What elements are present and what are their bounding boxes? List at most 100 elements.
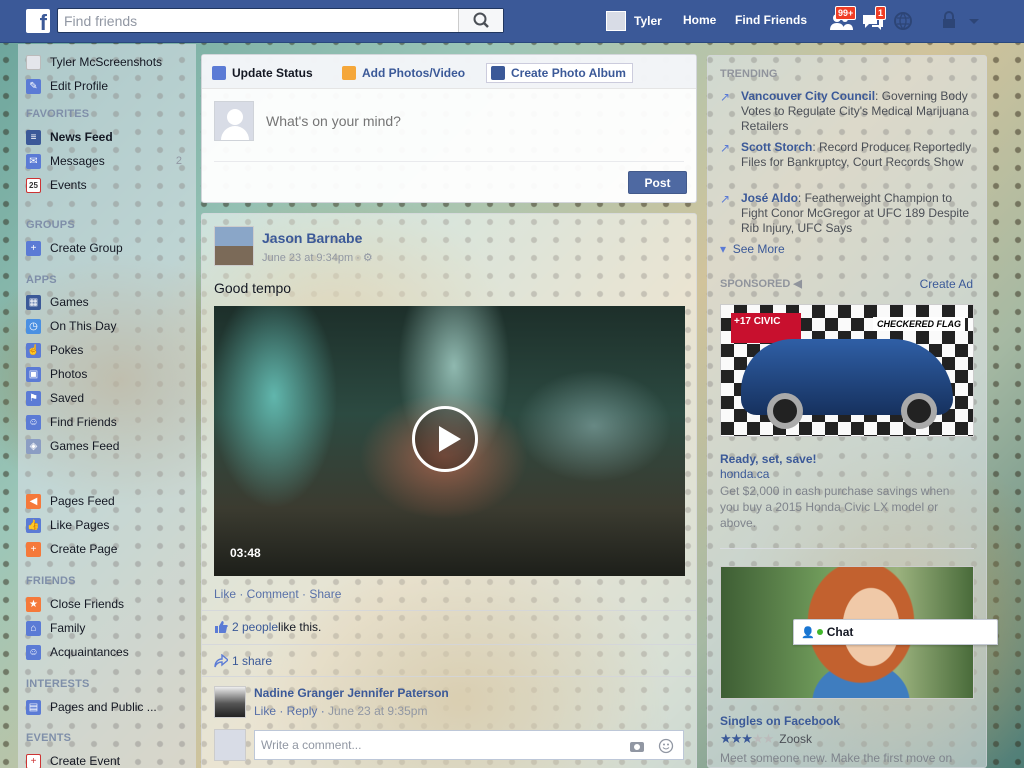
avatar bbox=[214, 101, 254, 141]
profile-link[interactable]: Tyler bbox=[606, 10, 662, 32]
avatar bbox=[26, 54, 41, 70]
story-timestamp[interactable]: June 23 at 9:34pm · ⚙ bbox=[262, 251, 373, 264]
search-bar bbox=[57, 8, 504, 33]
plus-icon: + bbox=[26, 753, 41, 768]
trending-arrow-icon: ↗ bbox=[720, 192, 731, 206]
megaphone-icon: ◀ bbox=[26, 493, 41, 509]
sidebar-item-label: Events bbox=[50, 178, 87, 192]
ad-badge: CHECKERED FLAG bbox=[872, 317, 965, 331]
calendar-icon: 25 bbox=[26, 177, 41, 193]
shares-link[interactable]: 1 share bbox=[232, 654, 272, 668]
avatar[interactable] bbox=[214, 686, 246, 718]
sidebar-item-label: Games Feed bbox=[50, 439, 120, 453]
story-author[interactable]: Jason Barnabe bbox=[262, 230, 362, 246]
sidebar-item-find-friends[interactable]: ☺ Find Friends bbox=[26, 412, 191, 432]
comment-tag[interactable]: Jennifer Paterson bbox=[347, 686, 448, 700]
trend-name: Scott Storch bbox=[741, 140, 813, 154]
sidebar-item-create-event[interactable]: + Create Event bbox=[26, 751, 191, 768]
sidebar-item-like-pages[interactable]: 👍 Like Pages bbox=[26, 515, 191, 535]
account-menu-button[interactable] bbox=[966, 9, 982, 33]
sidebar-item-events[interactable]: 25 Events bbox=[26, 175, 191, 195]
ad-domain[interactable]: honda.ca bbox=[720, 467, 769, 481]
avatar bbox=[606, 11, 626, 31]
facebook-logo-icon[interactable]: f bbox=[26, 9, 50, 33]
interests-heading: INTERESTS bbox=[26, 678, 90, 690]
likes-count-link[interactable]: 2 people bbox=[232, 620, 278, 634]
friend-requests-button[interactable]: 99+ bbox=[828, 6, 857, 33]
sidebar-item-family[interactable]: ⌂ Family bbox=[26, 618, 191, 638]
sidebar-item-messages[interactable]: ✉ Messages bbox=[26, 151, 191, 171]
sidebar-item-games[interactable]: ▦ Games bbox=[26, 292, 191, 312]
ad-title[interactable]: Ready, set, save! bbox=[720, 452, 817, 466]
sidebar-item-close-friends[interactable]: ★ Close Friends bbox=[26, 594, 191, 614]
megaphone-icon: ◀ bbox=[793, 278, 802, 290]
sidebar-item-pages-feed[interactable]: ◀ Pages Feed bbox=[26, 491, 191, 511]
thumbs-up-icon bbox=[215, 621, 228, 633]
wheel-shape bbox=[767, 393, 803, 429]
messages-badge: 1 bbox=[875, 6, 887, 20]
play-icon[interactable] bbox=[412, 406, 478, 472]
sidebar-item-photos[interactable]: ▣ Photos bbox=[26, 364, 191, 384]
sidebar-item-news-feed[interactable]: ≡ News Feed bbox=[26, 127, 191, 147]
status-composer: Update Status Add Photos/Video Create Ph… bbox=[201, 54, 697, 203]
privacy-shortcuts-button[interactable] bbox=[940, 9, 966, 33]
comment-input[interactable] bbox=[255, 731, 615, 759]
tab-update-status[interactable]: Update Status bbox=[212, 63, 313, 83]
post-button[interactable]: Post bbox=[628, 171, 687, 194]
wheel-shape bbox=[901, 393, 937, 429]
comment-author[interactable]: Nadine Granger bbox=[254, 686, 344, 700]
story-actions[interactable]: Like · Comment · Share bbox=[214, 587, 341, 601]
sidebar-item-pages-and-public[interactable]: ▤ Pages and Public ... bbox=[26, 697, 191, 717]
trending-item[interactable]: ↗ Scott Storch: Record Producer Reportedl… bbox=[720, 140, 974, 170]
notifications-button[interactable] bbox=[892, 9, 918, 33]
ad-source: Zoosk bbox=[779, 732, 812, 746]
status-input[interactable] bbox=[266, 113, 666, 129]
chat-tab[interactable]: 👤 Chat bbox=[793, 619, 998, 645]
globe-icon bbox=[894, 12, 912, 30]
see-more-label: See More bbox=[732, 242, 785, 256]
pages-icon: ▤ bbox=[26, 699, 41, 715]
sidebar-item-edit-profile[interactable]: ✎ Edit Profile bbox=[26, 76, 191, 96]
home-link[interactable]: Home bbox=[683, 13, 716, 27]
sidebar-item-label: Pages Feed bbox=[50, 494, 115, 508]
find-friends-link[interactable]: Find Friends bbox=[735, 13, 807, 27]
search-button[interactable] bbox=[458, 9, 503, 32]
trending-item[interactable]: ↗ Vancouver City Council: Governing Body … bbox=[720, 89, 974, 134]
ad-image-car[interactable]: +17 CIVIC CHECKERED FLAG bbox=[720, 304, 974, 437]
sidebar-item-create-group[interactable]: + Create Group bbox=[26, 238, 191, 258]
album-icon bbox=[491, 66, 505, 80]
sidebar-item-games-feed[interactable]: ◈ Games Feed bbox=[26, 436, 191, 456]
sidebar-item-label: Family bbox=[50, 621, 86, 635]
search-input[interactable] bbox=[58, 9, 458, 32]
avatar bbox=[214, 729, 246, 761]
create-ad-link[interactable]: Create Ad bbox=[920, 277, 973, 291]
sidebar-item-label: Acquaintances bbox=[50, 645, 129, 659]
sidebar-item-label: Pages and Public ... bbox=[50, 700, 157, 714]
emoji-icon[interactable] bbox=[658, 738, 674, 754]
see-more-link[interactable]: ▾ See More bbox=[720, 242, 785, 256]
comment-composer bbox=[214, 729, 684, 761]
sidebar-item-create-page[interactable]: + Create Page bbox=[26, 539, 191, 559]
sidebar-item-acquaintances[interactable]: ☺ Acquaintances bbox=[26, 642, 191, 662]
comment-timestamp[interactable]: June 23 at 9:35pm bbox=[328, 704, 427, 718]
trending-item[interactable]: ↗ José Aldo: Featherweight Champion to Fi… bbox=[720, 191, 974, 236]
sidebar-item-on-this-day[interactable]: ◷ On This Day bbox=[26, 316, 191, 336]
sidebar-item-pokes[interactable]: ☝ Pokes bbox=[26, 340, 191, 360]
likes-suffix: like this. bbox=[278, 620, 322, 634]
messages-button[interactable]: 1 bbox=[860, 6, 887, 33]
sidebar-item-saved[interactable]: ⚑ Saved bbox=[26, 388, 191, 408]
feed-story: Jason Barnabe June 23 at 9:34pm · ⚙ Good… bbox=[201, 213, 697, 768]
tab-add-photos[interactable]: Add Photos/Video bbox=[342, 63, 465, 83]
comment-action-links[interactable]: Like · Reply · bbox=[254, 704, 328, 718]
tab-create-album[interactable]: Create Photo Album bbox=[486, 63, 633, 83]
share-icon bbox=[214, 654, 228, 668]
comment-actions[interactable]: Like · Reply · June 23 at 9:35pm bbox=[254, 704, 427, 718]
ad-title[interactable]: Singles on Facebook bbox=[720, 714, 840, 728]
camera-icon[interactable] bbox=[629, 739, 645, 753]
messages-count: 2 bbox=[175, 155, 182, 167]
video-player[interactable]: 03:48 bbox=[214, 306, 685, 576]
messages-icon: ✉ bbox=[26, 153, 41, 169]
sidebar-item-label: Edit Profile bbox=[50, 79, 109, 93]
avatar[interactable] bbox=[214, 226, 254, 266]
sidebar-item-profile[interactable]: Tyler McScreenshots bbox=[26, 52, 191, 72]
